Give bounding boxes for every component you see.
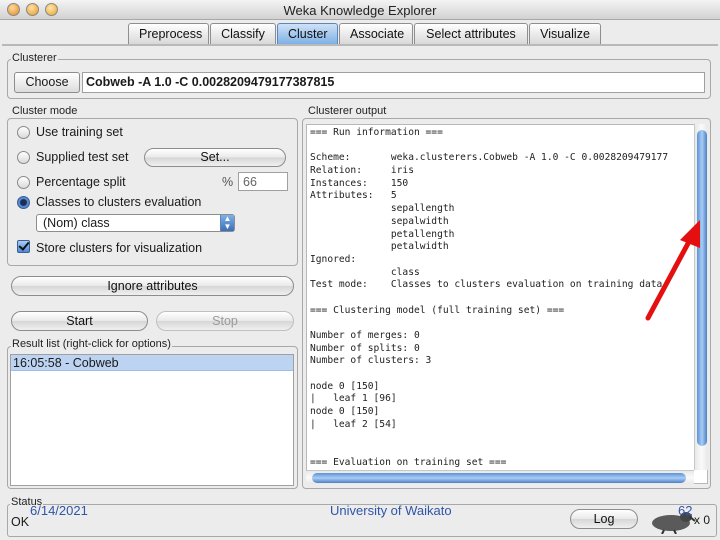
dropdown-arrows-icon: ▲ ▼ bbox=[220, 215, 234, 231]
output-line: Scheme: weka.clusterers.Cobweb -A 1.0 -C… bbox=[310, 152, 669, 164]
radio-classes-to-clusters[interactable]: Classes to clusters evaluation bbox=[17, 193, 217, 211]
clusterer-config-text: Cobweb -A 1.0 -C 0.0028209479177387815 bbox=[86, 75, 335, 89]
tab-select-attributes[interactable]: Select attributes bbox=[414, 23, 528, 45]
output-line: Test mode: Classes to clusters evaluatio… bbox=[310, 279, 663, 291]
output-horizontal-scrollbar[interactable] bbox=[306, 470, 694, 484]
output-line: class bbox=[310, 266, 420, 278]
class-select-dropdown[interactable]: (Nom) class ▲ ▼ bbox=[36, 214, 235, 232]
result-list[interactable]: 16:05:58 - Cobweb bbox=[10, 354, 294, 486]
ignore-attributes-button[interactable]: Ignore attributes bbox=[11, 276, 294, 296]
output-line: node 0 [150] bbox=[310, 380, 380, 392]
output-line: Number of splits: 0 bbox=[310, 342, 420, 354]
percent-sign: % bbox=[222, 175, 234, 189]
tab-associate[interactable]: Associate bbox=[339, 23, 413, 45]
output-line: petalwidth bbox=[310, 241, 449, 253]
weka-task-count: x 0 bbox=[694, 513, 711, 527]
class-select-value: (Nom) class bbox=[43, 216, 110, 230]
radio-label: Use training set bbox=[36, 125, 123, 139]
output-line: === Run information === bbox=[310, 127, 443, 138]
slide-organization: University of Waikato bbox=[330, 503, 452, 518]
output-line: sepalwidth bbox=[310, 215, 449, 227]
output-line: Instances: 150 bbox=[310, 177, 409, 189]
percent-split-value: 66 bbox=[243, 175, 257, 189]
radio-use-training-set[interactable]: Use training set bbox=[17, 123, 217, 141]
result-list-label: Result list (right-click for options) bbox=[11, 338, 172, 350]
status-text: OK bbox=[11, 515, 30, 529]
output-line: node 0 [150] bbox=[310, 406, 380, 418]
clusterer-output-label: Clusterer output bbox=[307, 105, 388, 117]
radio-label: Classes to clusters evaluation bbox=[36, 195, 202, 209]
choose-button[interactable]: Choose bbox=[14, 72, 80, 93]
red-arrow-annotation bbox=[645, 220, 700, 321]
radio-indicator[interactable] bbox=[17, 196, 30, 209]
output-line: === Evaluation on training set === bbox=[310, 456, 507, 468]
clusterer-output-text: === Run information === Scheme: weka.clus… bbox=[310, 127, 694, 469]
title-bar: Weka Knowledge Explorer bbox=[0, 0, 720, 20]
tab-separator bbox=[2, 44, 718, 46]
store-clusters-label: Store clusters for visualization bbox=[36, 241, 203, 255]
radio-indicator[interactable] bbox=[17, 151, 30, 164]
start-button[interactable]: Start bbox=[11, 311, 148, 331]
output-line: Relation: iris bbox=[310, 165, 414, 177]
output-line: | leaf 1 [96] bbox=[310, 393, 397, 405]
result-list-item[interactable]: 16:05:58 - Cobweb bbox=[11, 355, 293, 371]
radio-indicator[interactable] bbox=[17, 126, 30, 139]
slide-date: 6/14/2021 bbox=[30, 503, 88, 518]
set-test-set-button[interactable]: Set... bbox=[144, 148, 286, 167]
tab-classify[interactable]: Classify bbox=[210, 23, 276, 45]
slide-page-number: 62 bbox=[678, 503, 693, 518]
radio-label: Percentage split bbox=[36, 175, 126, 189]
output-line: petallength bbox=[310, 228, 455, 240]
percent-split-input[interactable]: 66 bbox=[238, 172, 288, 191]
output-line: Ignored: bbox=[310, 253, 357, 265]
store-clusters-checkbox[interactable] bbox=[17, 240, 30, 253]
tab-preprocess[interactable]: Preprocess bbox=[128, 23, 209, 45]
horizontal-scroll-thumb[interactable] bbox=[312, 473, 686, 483]
radio-percentage-split[interactable]: Percentage split bbox=[17, 173, 142, 191]
clusterer-config-field[interactable]: Cobweb -A 1.0 -C 0.0028209479177387815 bbox=[82, 72, 705, 93]
radio-supplied-test-set[interactable]: Supplied test set bbox=[17, 148, 142, 166]
radio-indicator[interactable] bbox=[17, 176, 30, 189]
tab-cluster[interactable]: Cluster bbox=[277, 23, 338, 45]
output-line: sepallength bbox=[310, 203, 455, 215]
log-button[interactable]: Log bbox=[570, 509, 638, 529]
output-line: | leaf 2 [54] bbox=[310, 418, 397, 430]
output-line: Number of clusters: 3 bbox=[310, 355, 432, 367]
stop-button[interactable]: Stop bbox=[156, 311, 294, 331]
arrowhead-icon bbox=[680, 220, 700, 248]
radio-label: Supplied test set bbox=[36, 150, 129, 164]
result-item-label: 16:05:58 - Cobweb bbox=[13, 356, 119, 370]
tab-bar: Preprocess Classify Cluster Associate Se… bbox=[128, 23, 602, 45]
output-line: Attributes: 5 bbox=[310, 190, 397, 202]
clusterer-group-label: Clusterer bbox=[11, 52, 58, 64]
tab-visualize[interactable]: Visualize bbox=[529, 23, 601, 45]
cluster-mode-label: Cluster mode bbox=[11, 105, 79, 117]
output-line: Number of merges: 0 bbox=[310, 330, 420, 341]
output-line: === Clustering model (full training set)… bbox=[310, 304, 565, 316]
arrow-shaft bbox=[645, 233, 695, 321]
window-title: Weka Knowledge Explorer bbox=[283, 3, 437, 18]
